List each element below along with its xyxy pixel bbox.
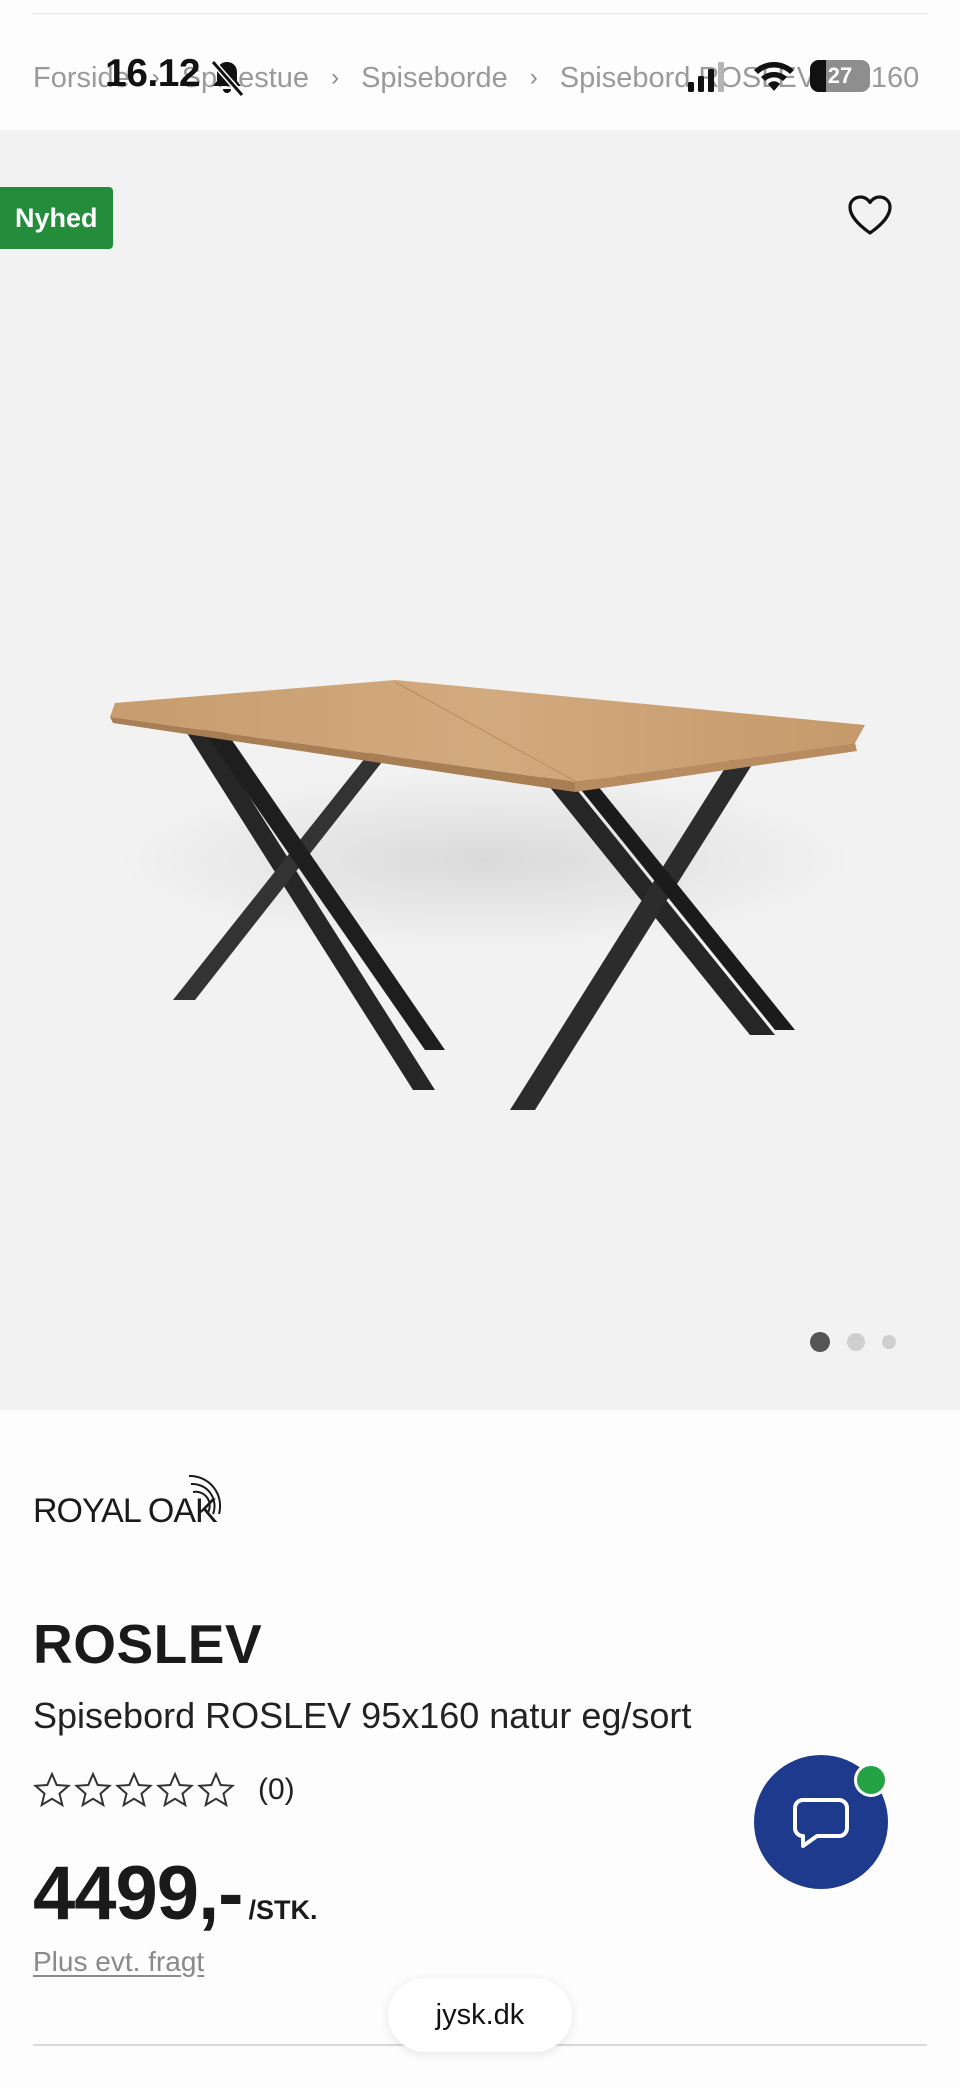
wifi-icon (754, 62, 794, 91)
product-page: Forside › Spisestue › Spiseborde › Spise… (0, 0, 960, 2087)
battery-level: 27 (827, 63, 853, 88)
gallery-dot[interactable] (847, 1333, 865, 1351)
new-badge: Nyhed (0, 187, 113, 249)
breadcrumb-item-dining-tables[interactable]: Spiseborde (361, 62, 508, 95)
product-gallery[interactable]: Nyhed (0, 130, 960, 1410)
bell-muted-icon (210, 60, 245, 97)
brand-logo-text: ROYAL OAK (33, 1492, 218, 1530)
top-divider (33, 13, 927, 14)
price-value: 4499,- (33, 1851, 243, 1936)
star-icon (74, 1771, 112, 1808)
gallery-pagination[interactable] (810, 1332, 896, 1352)
battery-indicator: 27 (810, 60, 870, 92)
gallery-dot[interactable] (882, 1335, 896, 1349)
star-icon (197, 1771, 235, 1808)
chat-online-indicator (854, 1763, 888, 1797)
signal-icon (688, 62, 724, 92)
star-icon (115, 1771, 153, 1808)
star-icon (33, 1771, 71, 1808)
product-rating[interactable]: (0) (33, 1771, 295, 1809)
product-name: ROSLEV (33, 1613, 263, 1675)
rating-count: (0) (258, 1773, 295, 1806)
product-description: Spisebord ROSLEV 95x160 natur eg/sort (33, 1695, 692, 1736)
chevron-right-icon: › (331, 64, 340, 91)
chat-icon (793, 1798, 849, 1848)
browser-url-bar[interactable]: jysk.dk (388, 1978, 572, 2052)
price-unit: /STK. (248, 1895, 318, 1925)
price: 4499,- /STK. (33, 1850, 318, 1937)
chevron-right-icon: › (529, 64, 538, 91)
product-image (110, 680, 865, 1110)
brand-logo[interactable]: ROYAL OAK (33, 1462, 243, 1532)
star-icon (156, 1771, 194, 1808)
gallery-dot-active[interactable] (810, 1332, 830, 1352)
shipping-link[interactable]: Plus evt. fragt (33, 1946, 204, 1978)
status-time: 16.12 (105, 52, 201, 95)
heart-icon[interactable] (846, 193, 894, 237)
